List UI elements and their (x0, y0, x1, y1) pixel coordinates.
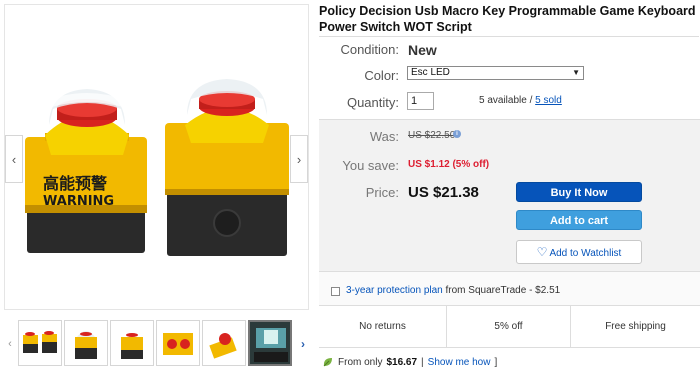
thumbnail-4[interactable] (156, 320, 200, 366)
main-product-photo: 高能预警 WARNING (5, 5, 308, 309)
you-save-label: You save: (342, 158, 399, 173)
thumbnail-prev-button[interactable]: ‹ (4, 334, 16, 354)
available-count: 5 available / (479, 95, 536, 106)
quantity-input[interactable]: 1 (407, 92, 434, 110)
financing-suffix: ] (494, 356, 498, 368)
product-title: Policy Decision Usb Macro Key Programmab… (319, 4, 696, 34)
caret-down-icon: ▼ (572, 68, 580, 77)
add-to-watchlist-button[interactable]: ♡ Add to Watchlist (516, 240, 642, 264)
gallery-prev-button[interactable]: ‹ (5, 135, 23, 183)
leaf-icon (323, 358, 332, 367)
condition-value: New (408, 42, 437, 58)
product-image-gallery[interactable]: 高能预警 WARNING ‹ › (4, 4, 309, 310)
financing-offer: From only $16.67 | Show me how ] (322, 356, 497, 368)
thumbnail-6[interactable] (248, 320, 292, 366)
returns-feature: No returns (359, 321, 406, 332)
svg-text:高能预警: 高能预警 (43, 174, 107, 193)
color-select-value: Esc LED (411, 67, 450, 78)
was-label: Was: (369, 129, 399, 144)
thumbnail-2[interactable] (64, 320, 108, 366)
was-price: US $22.50 (408, 130, 456, 141)
financing-amount: $16.67 (386, 356, 418, 368)
heart-icon: ♡ (536, 245, 548, 259)
shipping-feature: Free shipping (570, 306, 700, 348)
protection-plan-link[interactable]: 3-year protection plan (346, 285, 443, 296)
financing-separator: | (421, 356, 424, 368)
gallery-next-button[interactable]: › (290, 135, 308, 183)
protection-plan-detail: from SquareTrade - $2.51 (442, 285, 561, 296)
chevron-left-icon: ‹ (8, 338, 12, 350)
chevron-left-icon: ‹ (11, 151, 17, 167)
chevron-right-icon: › (296, 151, 302, 167)
thumbnail-next-button[interactable]: › (297, 334, 309, 354)
thumbnail-5[interactable] (202, 320, 246, 366)
discount-feature: 5% off (446, 306, 570, 348)
buy-it-now-button[interactable]: Buy It Now (516, 182, 642, 202)
thumbnail-strip: ‹ › (4, 320, 309, 370)
color-label: Color: (364, 68, 399, 83)
thumbnail-1[interactable] (18, 320, 62, 366)
availability-text: 5 available / 5 sold (479, 95, 562, 106)
thumbnail-3[interactable] (110, 320, 154, 366)
info-icon[interactable]: i (453, 130, 461, 138)
quantity-label: Quantity: (346, 95, 399, 110)
financing-prefix: From only (338, 356, 383, 368)
chevron-right-icon: › (301, 337, 305, 351)
price-label: Price: (365, 185, 399, 200)
protection-plan-text: 3-year protection plan from SquareTrade … (346, 285, 560, 296)
title-divider (319, 36, 699, 37)
sold-link[interactable]: 5 sold (535, 95, 562, 106)
you-save-value: US $1.12 (5% off) (408, 159, 490, 170)
protection-plan-checkbox[interactable] (331, 287, 340, 296)
add-to-cart-button[interactable]: Add to cart (516, 210, 642, 230)
color-select[interactable]: Esc LED ▼ (407, 66, 584, 80)
svg-text:WARNING: WARNING (43, 194, 114, 209)
show-me-how-link[interactable]: Show me how (428, 357, 491, 368)
current-price: US $21.38 (408, 184, 479, 201)
condition-label: Condition: (340, 42, 399, 57)
watchlist-label: Add to Watchlist (549, 248, 622, 259)
